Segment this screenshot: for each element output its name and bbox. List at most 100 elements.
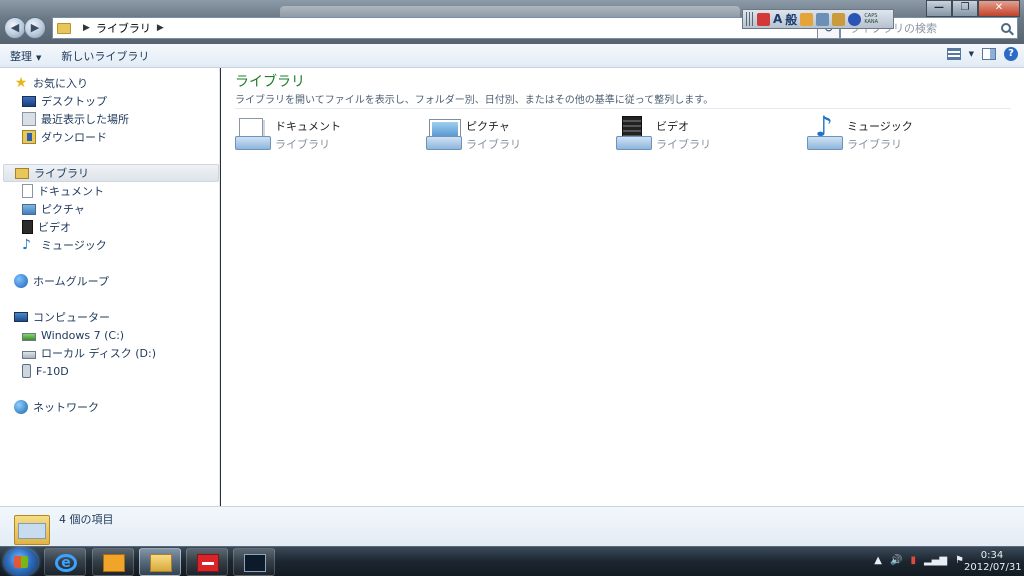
star-icon: ★ [14, 75, 28, 91]
taskbar-clock[interactable]: 0:34 2012/07/31 [964, 550, 1022, 574]
ime-pad-icon[interactable] [757, 12, 770, 26]
nav-documents-label: ドキュメント [38, 185, 104, 198]
nav-pictures-label: ピクチャ [41, 203, 85, 216]
item-count: 4 個の項目 [59, 513, 114, 526]
kana-indicator: KANA [864, 19, 879, 25]
library-name: ドキュメント [275, 120, 341, 133]
phone-device-icon [22, 364, 31, 378]
langbar-grip-icon[interactable] [746, 12, 754, 26]
close-button[interactable]: ✕ [978, 0, 1020, 17]
ime-input-mode[interactable]: A [773, 12, 782, 26]
breadcrumb-chevron-icon[interactable]: ▶ [157, 23, 164, 33]
library-name: ミュージック [847, 120, 913, 133]
library-item-pictures[interactable]: ピクチャ ライブラリ [426, 116, 606, 152]
change-view-icon[interactable] [946, 48, 961, 60]
start-button[interactable] [4, 548, 38, 576]
library-item-documents[interactable]: ドキュメント ライブラリ [235, 116, 415, 152]
nav-favorites[interactable]: ★ お気に入り [0, 74, 219, 92]
signal-icon[interactable]: ▂▄▆ [924, 555, 947, 566]
nav-music[interactable]: ♪ ミュージック [0, 236, 219, 254]
nav-homegroup[interactable]: ホームグループ [0, 272, 219, 290]
nav-network-label: ネットワーク [33, 401, 99, 414]
nav-downloads-label: ダウンロード [41, 131, 107, 144]
nav-drive-d[interactable]: ローカル ディスク (D:) [0, 344, 219, 362]
address-bar[interactable]: ▶ ライブラリ ▶ [52, 17, 818, 39]
nav-device-label: F-10D [36, 364, 69, 378]
window-controls: — ❐ ✕ [926, 0, 1020, 17]
ime-dictionary-icon[interactable] [800, 12, 814, 26]
library-name: ピクチャ [466, 120, 510, 133]
homegroup-icon [14, 274, 28, 288]
minimize-button[interactable]: — [926, 0, 952, 17]
library-item-music[interactable]: ミュージック ライブラリ [807, 110, 987, 152]
nav-music-label: ミュージック [41, 239, 107, 252]
show-hidden-icons-icon[interactable]: ▲ [874, 555, 882, 566]
library-folder-icon [57, 22, 71, 34]
library-type: ライブラリ [466, 138, 521, 151]
breadcrumb-chevron-icon[interactable]: ▶ [83, 23, 90, 33]
videos-library-icon [616, 116, 652, 150]
nav-documents[interactable]: ドキュメント [0, 182, 219, 200]
library-type: ライブラリ [847, 138, 902, 151]
back-button[interactable]: ◀ [4, 17, 26, 39]
view-dropdown-chevron-icon[interactable]: ▼ [969, 50, 974, 58]
taskbar-outlook[interactable] [92, 548, 134, 576]
nav-drive-d-label: ローカル ディスク (D:) [41, 347, 156, 360]
ime-tools-icon[interactable] [816, 12, 830, 26]
search-icon [1001, 23, 1011, 33]
breadcrumb-libraries[interactable]: ライブラリ [96, 20, 151, 36]
pictures-library-icon [426, 116, 462, 150]
nav-recent-places[interactable]: 最近表示した場所 [0, 110, 219, 128]
taskbar-explorer[interactable] [139, 548, 181, 576]
maximize-button[interactable]: ❐ [952, 0, 978, 17]
recent-places-icon [22, 112, 36, 126]
ime-box-icon[interactable] [832, 12, 846, 26]
ime-conversion-mode[interactable]: 般 [785, 11, 797, 28]
taskbar-internet-explorer[interactable]: e [44, 548, 86, 576]
toolbar-right-group: ▼ ? [946, 47, 1018, 61]
volume-icon[interactable]: 🔊 [890, 555, 902, 566]
new-library-button[interactable]: 新しいライブラリ [51, 48, 159, 64]
nav-drive-c[interactable]: Windows 7 (C:) [0, 326, 219, 344]
video-icon [22, 220, 33, 234]
taskbar: e ▲ 🔊 ▮ ▂▄▆ ⚑ 0:34 2012/07/31 [0, 546, 1024, 576]
nav-desktop[interactable]: デスクトップ [0, 92, 219, 110]
clock-time: 0:34 [980, 550, 1004, 561]
navigation-pane: ★ お気に入り デスクトップ 最近表示した場所 ダウンロード ライブラリ ドキュ… [0, 68, 220, 506]
forward-button[interactable]: ▶ [24, 17, 46, 39]
nav-drive-c-label: Windows 7 (C:) [41, 328, 125, 342]
action-center-flag-icon[interactable]: ⚑ [955, 555, 964, 566]
title-bar: ◀ ▶ ▶ ライブラリ ▶ ↻ ライブラリの検索 — ❐ ✕ A 般 CAPSK… [0, 0, 1024, 44]
desktop-icon [22, 95, 36, 107]
library-item-videos[interactable]: ビデオ ライブラリ [616, 116, 796, 152]
nav-pictures[interactable]: ピクチャ [0, 200, 219, 218]
libraries-icon [15, 167, 29, 179]
downloads-icon [22, 130, 36, 144]
library-type: ライブラリ [275, 138, 330, 151]
ime-help-icon[interactable] [848, 12, 862, 26]
nav-downloads[interactable]: ダウンロード [0, 128, 219, 146]
nav-computer[interactable]: コンピューター [0, 308, 219, 326]
preview-pane-icon[interactable] [982, 48, 996, 60]
divider [235, 108, 1011, 109]
taskbar-app-red[interactable] [186, 548, 228, 576]
power-icon[interactable]: ▮ [910, 555, 916, 566]
documents-library-icon [235, 116, 271, 150]
nav-videos[interactable]: ビデオ [0, 218, 219, 236]
nav-network[interactable]: ネットワーク [0, 398, 219, 416]
new-library-label: 新しいライブラリ [61, 49, 150, 63]
taskbar-screen-capture[interactable] [233, 548, 275, 576]
organize-button[interactable]: 整理 ▼ [0, 48, 51, 64]
clock-date: 2012/07/31 [964, 562, 1022, 573]
outlook-icon [103, 554, 125, 572]
nav-recent-label: 最近表示した場所 [41, 113, 129, 126]
music-library-icon [807, 110, 843, 150]
details-pane: 4 個の項目 [0, 506, 1024, 546]
capture-app-icon [244, 554, 266, 572]
ime-language-bar: A 般 CAPS KANA [742, 9, 894, 29]
nav-device[interactable]: F-10D [0, 362, 219, 380]
forward-arrow-icon: ▶ [30, 21, 40, 34]
help-icon[interactable]: ? [1004, 47, 1018, 61]
nav-libraries[interactable]: ライブラリ [3, 164, 219, 182]
system-drive-icon [22, 332, 36, 341]
